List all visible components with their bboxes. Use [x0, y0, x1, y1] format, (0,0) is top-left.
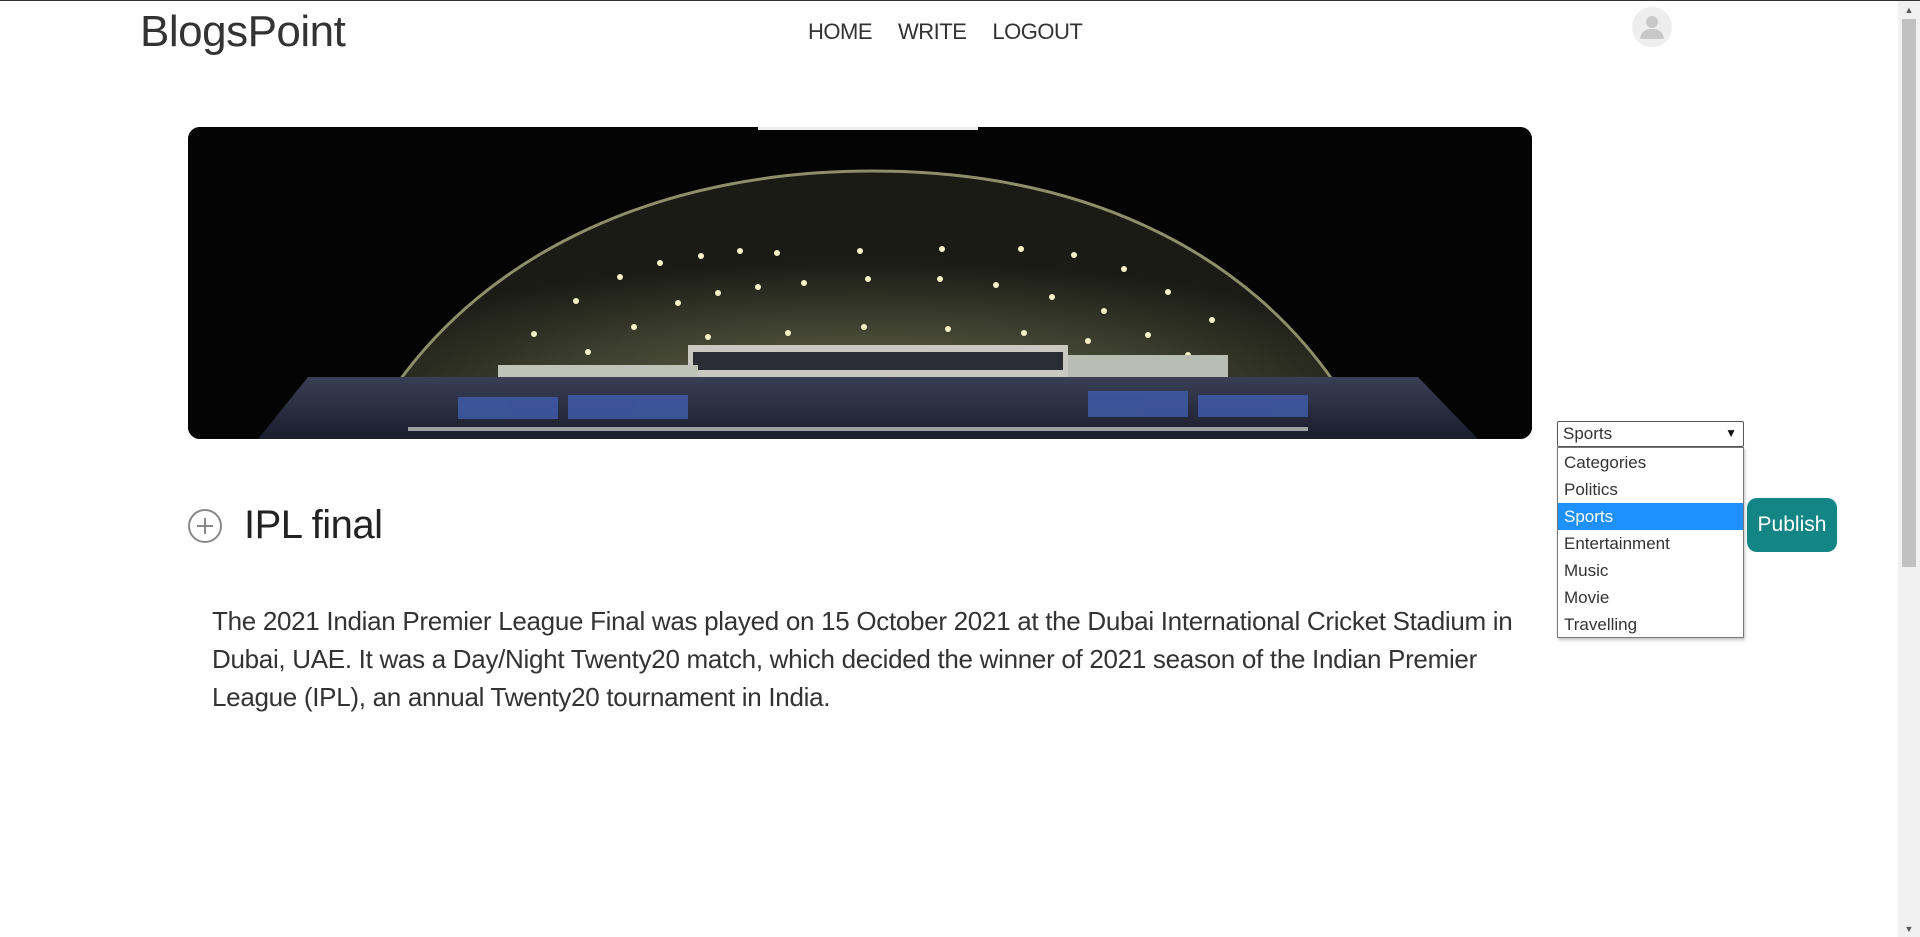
scroll-down-arrow-icon[interactable]: ▼	[1898, 920, 1920, 937]
category-option-entertainment[interactable]: Entertainment	[1558, 530, 1743, 557]
page-scrollbar[interactable]: ▲ ▼	[1898, 1, 1920, 937]
category-option-movie[interactable]: Movie	[1558, 584, 1743, 611]
main-nav: HOME WRITE LOGOUT	[808, 19, 1083, 45]
category-option-politics[interactable]: Politics	[1558, 476, 1743, 503]
scroll-up-arrow-icon[interactable]: ▲	[1898, 1, 1920, 19]
category-dropdown-list: Categories Politics Sports Entertainment…	[1557, 447, 1744, 638]
add-image-plus-circle-icon[interactable]	[188, 509, 222, 543]
category-select[interactable]: Sports ▼	[1557, 421, 1744, 447]
user-silhouette-icon	[1640, 16, 1664, 39]
nav-logout-link[interactable]: LOGOUT	[992, 19, 1082, 45]
scrollbar-thumb[interactable]	[1902, 19, 1916, 567]
top-navbar: BlogsPoint HOME WRITE LOGOUT	[0, 1, 1898, 65]
brand-logo[interactable]: BlogsPoint	[140, 7, 346, 57]
post-title-input[interactable]	[244, 497, 1524, 553]
chevron-down-icon: ▼	[1725, 426, 1737, 440]
category-option-sports[interactable]: Sports	[1558, 503, 1743, 530]
cover-image	[188, 127, 1532, 439]
category-option-travelling[interactable]: Travelling	[1558, 611, 1743, 638]
post-body-text[interactable]: The 2021 Indian Premier League Final was…	[212, 602, 1552, 716]
publish-button[interactable]: Publish	[1747, 498, 1837, 552]
category-select-value: Sports	[1563, 424, 1613, 443]
stadium-photo	[188, 127, 1532, 439]
nav-write-link[interactable]: WRITE	[898, 19, 967, 45]
category-option-music[interactable]: Music	[1558, 557, 1743, 584]
user-avatar-icon[interactable]	[1632, 7, 1672, 47]
category-option-categories[interactable]: Categories	[1558, 449, 1743, 476]
nav-home-link[interactable]: HOME	[808, 19, 873, 45]
